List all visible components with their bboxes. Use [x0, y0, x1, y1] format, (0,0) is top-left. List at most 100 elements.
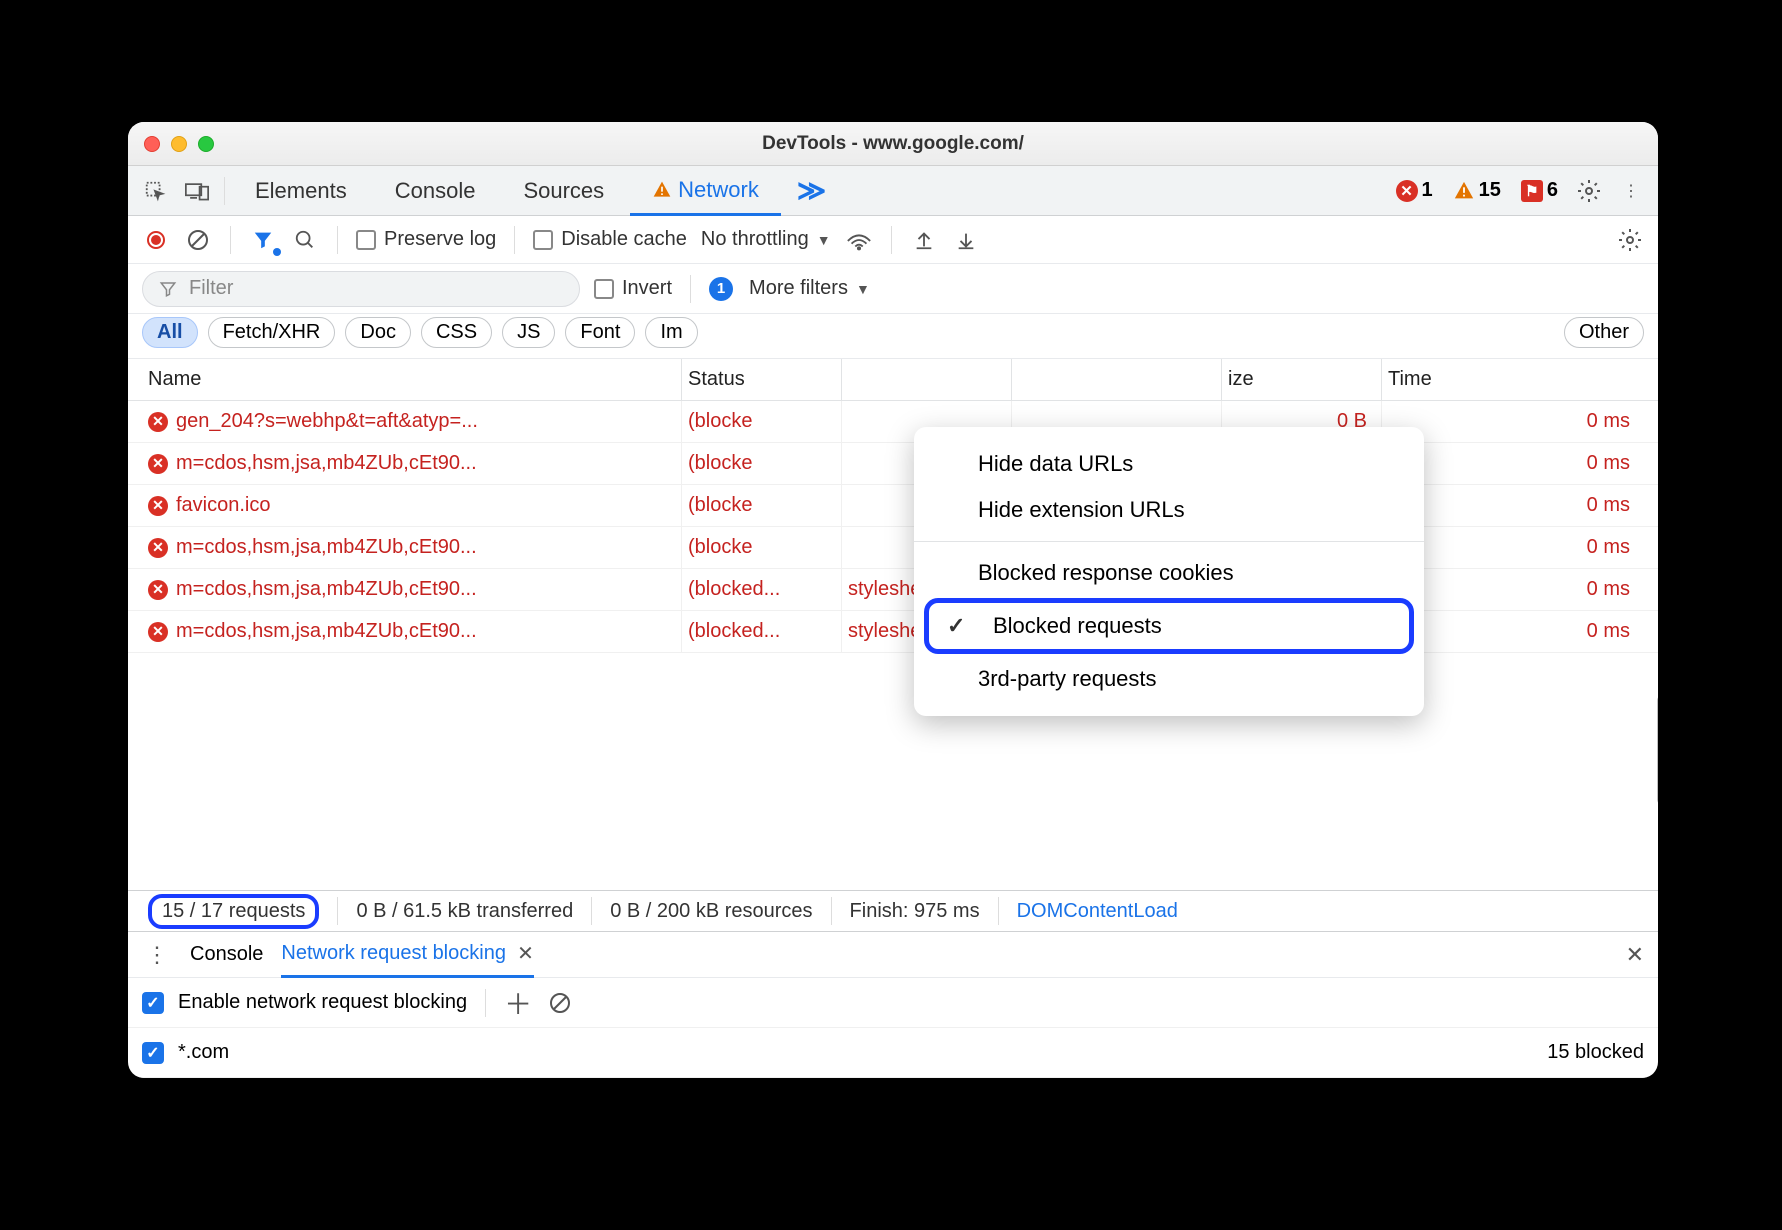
requests-count: 15 / 17 requests	[142, 897, 338, 925]
titlebar: DevTools - www.google.com/	[128, 122, 1658, 166]
separator	[485, 989, 486, 1017]
message-count[interactable]: ⚑6	[1521, 179, 1558, 202]
block-pattern-row[interactable]: ✓ *.com 15 blocked	[128, 1028, 1658, 1078]
transferred-size: 0 B / 61.5 kB transferred	[338, 897, 592, 925]
menu-blocked-requests[interactable]: Blocked requests	[924, 598, 1414, 654]
scrollbar-thumb[interactable]	[1657, 695, 1658, 805]
col-time[interactable]: Time	[1382, 359, 1644, 400]
table-row[interactable]: ✕m=cdos,hsm,jsa,mb4ZUb,cEt90...(blocked.…	[128, 569, 1658, 611]
col-name[interactable]: Name	[142, 359, 682, 400]
throttling-select[interactable]: No throttling▼	[701, 228, 831, 251]
table-row[interactable]: ✕m=cdos,hsm,jsa,mb4ZUb,cEt90...(blocked.…	[128, 611, 1658, 653]
type-filter-row: All Fetch/XHR Doc CSS JS Font Im Other	[128, 314, 1658, 359]
cell-name: ✕gen_204?s=webhp&t=aft&atyp=...	[142, 401, 682, 442]
table-row[interactable]: ✕m=cdos,hsm,jsa,mb4ZUb,cEt90...(blocke0 …	[128, 527, 1658, 569]
separator	[230, 226, 231, 254]
clear-patterns-icon[interactable]	[546, 989, 574, 1017]
filter-type-doc[interactable]: Doc	[345, 317, 411, 348]
filter-type-js[interactable]: JS	[502, 317, 555, 348]
filter-type-img[interactable]: Im	[645, 317, 697, 348]
pattern-checkbox[interactable]: ✓	[142, 1042, 164, 1064]
device-toolbar-icon[interactable]	[178, 172, 216, 210]
enable-blocking-label: Enable network request blocking	[178, 991, 467, 1014]
tab-sources[interactable]: Sources	[501, 166, 626, 215]
menu-separator	[914, 541, 1424, 542]
error-count[interactable]: ✕1	[1396, 179, 1433, 202]
cell-name: ✕m=cdos,hsm,jsa,mb4ZUb,cEt90...	[142, 569, 682, 610]
window-maximize-button[interactable]	[198, 136, 214, 152]
network-settings-icon[interactable]	[1616, 226, 1644, 254]
filter-type-all[interactable]: All	[142, 317, 198, 348]
filter-bar: Filter Invert 1 More filters ▼	[128, 264, 1658, 314]
preserve-log-checkbox[interactable]: Preserve log	[356, 228, 496, 251]
menu-3rd-party[interactable]: 3rd-party requests	[914, 656, 1424, 702]
clear-icon[interactable]	[184, 226, 212, 254]
filter-type-css[interactable]: CSS	[421, 317, 492, 348]
tabs-overflow-button[interactable]: ≫	[785, 174, 838, 207]
cell-name: ✕m=cdos,hsm,jsa,mb4ZUb,cEt90...	[142, 527, 682, 568]
table-row[interactable]: ✕favicon.ico(blocke0 B0 ms	[128, 485, 1658, 527]
status-bar: 15 / 17 requests 0 B / 61.5 kB transferr…	[128, 890, 1658, 932]
tab-console[interactable]: Console	[373, 166, 498, 215]
filter-type-font[interactable]: Font	[565, 317, 635, 348]
cell-status: (blocke	[682, 443, 842, 484]
filter-icon[interactable]	[249, 226, 277, 254]
menu-hide-data-urls[interactable]: Hide data URLs	[914, 441, 1424, 487]
network-conditions-icon[interactable]	[845, 226, 873, 254]
drawer-tab-blocking[interactable]: Network request blocking ✕	[281, 933, 533, 978]
error-icon: ✕	[148, 622, 168, 642]
col-type[interactable]	[842, 359, 1012, 400]
filter-type-fetch[interactable]: Fetch/XHR	[208, 317, 336, 348]
col-status[interactable]: Status	[682, 359, 842, 400]
window-close-button[interactable]	[144, 136, 160, 152]
drawer-tab-console[interactable]: Console	[190, 932, 263, 977]
separator	[514, 226, 515, 254]
resources-size: 0 B / 200 kB resources	[592, 897, 831, 925]
inspect-icon[interactable]	[136, 172, 174, 210]
enable-blocking-row: ✓ Enable network request blocking ＋	[128, 978, 1658, 1028]
enable-blocking-checkbox[interactable]: ✓	[142, 992, 164, 1014]
message-icon: ⚑	[1521, 180, 1543, 202]
close-tab-icon[interactable]: ✕	[517, 941, 534, 966]
network-toolbar: Preserve log Disable cache No throttling…	[128, 216, 1658, 264]
panel-tabs: Elements Console Sources Network ≫ ✕1 15…	[128, 166, 1658, 216]
separator	[337, 226, 338, 254]
filter-type-other[interactable]: Other	[1564, 317, 1644, 348]
search-icon[interactable]	[291, 226, 319, 254]
table-row[interactable]: ✕m=cdos,hsm,jsa,mb4ZUb,cEt90...(blocke0 …	[128, 443, 1658, 485]
table-row[interactable]: ✕gen_204?s=webhp&t=aft&atyp=...(blocke0 …	[128, 401, 1658, 443]
col-initiator[interactable]	[1012, 359, 1222, 400]
chevron-down-icon: ▼	[817, 232, 831, 248]
record-button[interactable]	[142, 226, 170, 254]
warning-count[interactable]: 15	[1453, 179, 1501, 202]
settings-icon[interactable]	[1570, 172, 1608, 210]
error-icon: ✕	[148, 496, 168, 516]
error-icon: ✕	[1396, 180, 1418, 202]
invert-checkbox[interactable]: Invert	[594, 277, 672, 300]
upload-har-icon[interactable]	[910, 226, 938, 254]
cell-status: (blocke	[682, 485, 842, 526]
window-controls	[144, 136, 214, 152]
menu-hide-extension-urls[interactable]: Hide extension URLs	[914, 487, 1424, 533]
more-filters-dropdown[interactable]: 1 More filters ▼	[709, 277, 870, 301]
tab-elements[interactable]: Elements	[233, 166, 369, 215]
error-icon: ✕	[148, 412, 168, 432]
menu-blocked-cookies[interactable]: Blocked response cookies	[914, 550, 1424, 596]
disable-cache-checkbox[interactable]: Disable cache	[533, 228, 687, 251]
separator	[690, 275, 691, 303]
drawer-close-icon[interactable]: ✕	[1626, 942, 1644, 968]
download-har-icon[interactable]	[952, 226, 980, 254]
add-pattern-icon[interactable]: ＋	[504, 989, 532, 1017]
cell-name: ✕m=cdos,hsm,jsa,mb4ZUb,cEt90...	[142, 443, 682, 484]
cell-status: (blocked...	[682, 569, 842, 610]
drawer-menu-icon[interactable]: ⋮	[142, 942, 172, 968]
tab-network[interactable]: Network	[630, 167, 781, 216]
window-minimize-button[interactable]	[171, 136, 187, 152]
more-icon[interactable]: ⋮	[1612, 172, 1650, 210]
filter-input[interactable]: Filter	[142, 271, 580, 307]
col-size[interactable]: ize	[1222, 359, 1382, 400]
finish-time: Finish: 975 ms	[832, 897, 999, 925]
drawer-tabs: ⋮ Console Network request blocking ✕ ✕	[128, 932, 1658, 978]
chevron-down-icon: ▼	[856, 281, 870, 297]
devtools-window: DevTools - www.google.com/ Elements Cons…	[128, 122, 1658, 1078]
